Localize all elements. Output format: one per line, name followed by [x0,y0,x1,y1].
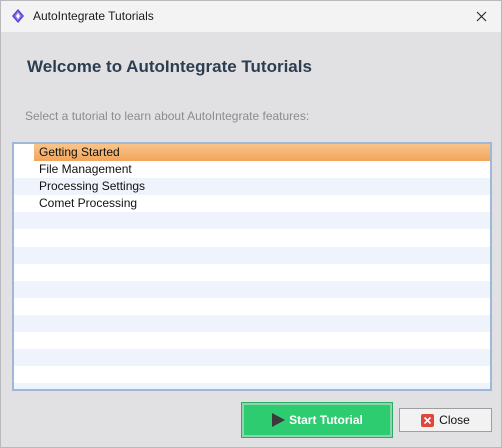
instruction-text: Select a tutorial to learn about AutoInt… [25,109,310,123]
list-empty-row [14,298,490,315]
list-empty-row [14,314,490,333]
close-label: Close [439,413,470,427]
list-empty-row [14,246,490,264]
window-title: AutoIntegrate Tutorials [33,9,154,23]
list-empty-row [14,332,490,349]
list-item-label: Comet Processing [39,196,138,211]
list-empty-row [14,229,490,246]
tutorials-dialog: AutoIntegrate Tutorials Welcome to AutoI… [0,0,502,448]
title-bar[interactable]: AutoIntegrate Tutorials [1,1,501,32]
close-icon [476,11,486,22]
app-logo-icon [12,9,24,23]
list-item-label: File Management [39,162,132,177]
window-close-button[interactable] [467,5,495,28]
start-tutorial-label: Start Tutorial [289,413,363,427]
list-item[interactable]: Getting Started [34,144,490,162]
list-empty-row [14,212,490,230]
list-item[interactable]: Processing Settings [14,178,490,196]
close-x-icon [421,413,435,427]
list-empty-row [14,383,490,389]
close-button[interactable]: Close [399,408,492,432]
page-title: Welcome to AutoIntegrate Tutorials [27,57,312,76]
list-empty-row [14,280,490,298]
list-item[interactable]: Comet Processing [14,195,490,212]
tutorial-list[interactable]: Getting Started File Management Processi… [12,142,492,391]
play-icon [272,413,286,427]
list-empty-row [14,264,490,281]
list-item-label: Processing Settings [39,179,146,194]
start-tutorial-button[interactable]: Start Tutorial [241,402,393,438]
list-item[interactable]: File Management [14,161,490,178]
list-item-label: Getting Started [39,145,120,159]
list-empty-row [14,366,490,383]
list-empty-row [14,349,490,367]
